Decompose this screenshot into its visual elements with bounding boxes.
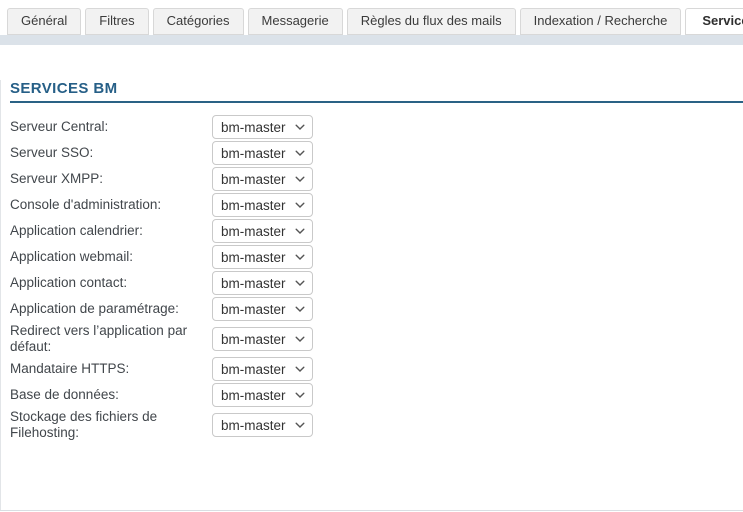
- application-parametrage-label: Application de paramétrage:: [10, 301, 212, 317]
- form-row: Stockage des fichiers de Filehosting: bm…: [10, 409, 743, 441]
- base-donnees-label: Base de données:: [10, 387, 212, 403]
- select-value: bm-master: [221, 388, 286, 403]
- services-bm-panel: SERVICES BM Serveur Central: bm-master S…: [0, 80, 743, 510]
- form-row: Serveur XMPP: bm-master: [10, 167, 743, 191]
- application-webmail-label: Application webmail:: [10, 249, 212, 265]
- select-value: bm-master: [221, 120, 286, 135]
- tab-categories[interactable]: Catégories: [153, 8, 244, 35]
- application-parametrage-select[interactable]: bm-master: [212, 297, 313, 321]
- tab-filtres[interactable]: Filtres: [85, 8, 148, 35]
- form-row: Console d'administration: bm-master: [10, 193, 743, 217]
- services-form: Serveur Central: bm-master Serveur SSO: …: [10, 115, 743, 441]
- tab-strip: [0, 35, 743, 45]
- chevron-down-icon: [295, 336, 305, 343]
- form-row: Base de données: bm-master: [10, 383, 743, 407]
- application-contact-select[interactable]: bm-master: [212, 271, 313, 295]
- form-row: Serveur SSO: bm-master: [10, 141, 743, 165]
- chevron-down-icon: [295, 306, 305, 313]
- tab-general[interactable]: Général: [7, 8, 81, 35]
- tab-regles-flux-mails[interactable]: Règles du flux des mails: [347, 8, 516, 35]
- select-value: bm-master: [221, 146, 286, 161]
- chevron-down-icon: [295, 228, 305, 235]
- mandataire-https-label: Mandataire HTTPS:: [10, 361, 212, 377]
- select-value: bm-master: [221, 332, 286, 347]
- base-donnees-select[interactable]: bm-master: [212, 383, 313, 407]
- select-value: bm-master: [221, 250, 286, 265]
- chevron-down-icon: [295, 280, 305, 287]
- mandataire-https-select[interactable]: bm-master: [212, 357, 313, 381]
- chevron-down-icon: [295, 366, 305, 373]
- form-row: Application contact: bm-master: [10, 271, 743, 295]
- console-administration-label: Console d'administration:: [10, 197, 212, 213]
- select-value: bm-master: [221, 224, 286, 239]
- form-row: Redirect vers l’application par défaut: …: [10, 323, 743, 355]
- tab-bar: Général Filtres Catégories Messagerie Rè…: [0, 0, 743, 35]
- serveur-sso-select[interactable]: bm-master: [212, 141, 313, 165]
- form-row: Mandataire HTTPS: bm-master: [10, 357, 743, 381]
- chevron-down-icon: [295, 422, 305, 429]
- console-administration-select[interactable]: bm-master: [212, 193, 313, 217]
- serveur-central-select[interactable]: bm-master: [212, 115, 313, 139]
- redirect-application-defaut-label: Redirect vers l’application par défaut:: [10, 323, 212, 355]
- stockage-filehosting-select[interactable]: bm-master: [212, 413, 313, 437]
- chevron-down-icon: [295, 176, 305, 183]
- chevron-down-icon: [295, 392, 305, 399]
- select-value: bm-master: [221, 362, 286, 377]
- stockage-filehosting-label: Stockage des fichiers de Filehosting:: [10, 409, 212, 441]
- chevron-down-icon: [295, 150, 305, 157]
- application-contact-label: Application contact:: [10, 275, 212, 291]
- form-row: Application calendrier: bm-master: [10, 219, 743, 243]
- chevron-down-icon: [295, 124, 305, 131]
- tab-indexation-recherche[interactable]: Indexation / Recherche: [520, 8, 682, 35]
- form-row: Application webmail: bm-master: [10, 245, 743, 269]
- chevron-down-icon: [295, 254, 305, 261]
- tab-messagerie[interactable]: Messagerie: [248, 8, 343, 35]
- serveur-sso-label: Serveur SSO:: [10, 145, 212, 161]
- serveur-xmpp-select[interactable]: bm-master: [212, 167, 313, 191]
- application-calendrier-select[interactable]: bm-master: [212, 219, 313, 243]
- select-value: bm-master: [221, 198, 286, 213]
- form-row: Serveur Central: bm-master: [10, 115, 743, 139]
- select-value: bm-master: [221, 172, 286, 187]
- chevron-down-icon: [295, 202, 305, 209]
- select-value: bm-master: [221, 418, 286, 433]
- section-title: SERVICES BM: [10, 80, 743, 103]
- redirect-application-defaut-select[interactable]: bm-master: [212, 327, 313, 351]
- select-value: bm-master: [221, 302, 286, 317]
- application-webmail-select[interactable]: bm-master: [212, 245, 313, 269]
- form-row: Application de paramétrage: bm-master: [10, 297, 743, 321]
- select-value: bm-master: [221, 276, 286, 291]
- serveur-xmpp-label: Serveur XMPP:: [10, 171, 212, 187]
- application-calendrier-label: Application calendrier:: [10, 223, 212, 239]
- tab-services-bm[interactable]: Services BM: [685, 8, 743, 35]
- serveur-central-label: Serveur Central:: [10, 119, 212, 135]
